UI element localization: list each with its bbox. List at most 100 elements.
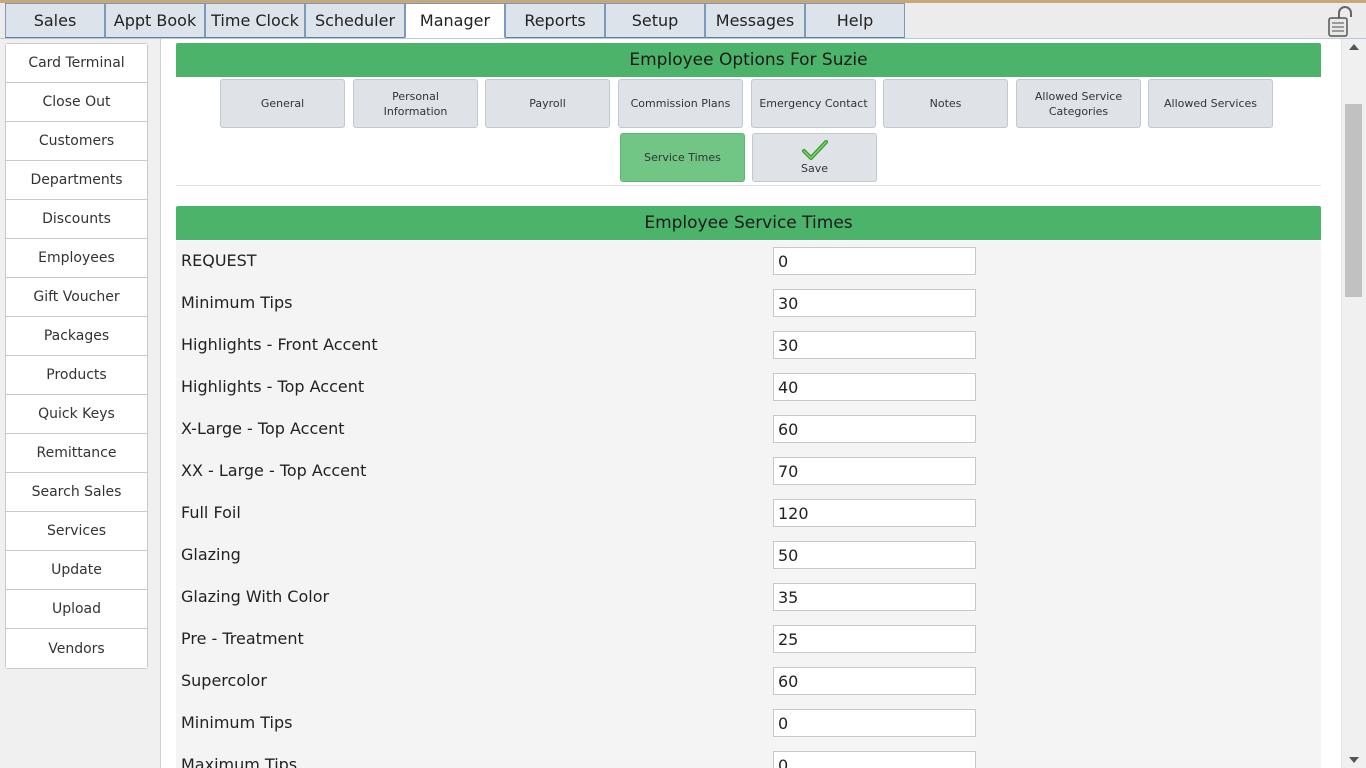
service-time-row: Minimum Tips — [176, 283, 1321, 325]
sidebar-item-departments[interactable]: Departments — [6, 161, 147, 200]
section-divider — [176, 185, 1321, 186]
sidebar-item-label: Employees — [38, 250, 115, 266]
sidebar-item-products[interactable]: Products — [6, 356, 147, 395]
tab-label: Manager — [419, 11, 491, 30]
sidebar-item-label: Remittance — [36, 445, 117, 461]
employee-options-header: Employee Options For Suzie — [176, 43, 1321, 77]
option-label: Personal Information — [383, 89, 448, 118]
tab-label: Setup — [631, 11, 679, 30]
vertical-scrollbar[interactable] — [1341, 39, 1366, 768]
sidebar-item-label: Upload — [51, 601, 102, 617]
sidebar-item-label: Packages — [43, 328, 110, 344]
service-time-input[interactable] — [773, 289, 976, 317]
tab-appt-book[interactable]: Appt Book — [105, 3, 205, 38]
sidebar-item-gift-voucher[interactable]: Gift Voucher — [6, 278, 147, 317]
service-name: Minimum Tips — [181, 713, 293, 732]
sidebar-item-vendors[interactable]: Vendors — [6, 629, 147, 668]
sidebar-item-update[interactable]: Update — [6, 551, 147, 590]
sidebar-item-label: Search Sales — [31, 484, 122, 500]
option-commission-plans-button[interactable]: Commission Plans — [618, 79, 743, 128]
service-time-input[interactable] — [773, 499, 976, 527]
option-label: General — [260, 97, 305, 110]
service-time-row: Glazing — [176, 535, 1321, 577]
sidebar-item-services[interactable]: Services — [6, 512, 147, 551]
option-notes-button[interactable]: Notes — [883, 79, 1008, 128]
service-time-row: REQUEST — [176, 241, 1321, 283]
tab-label: Messages — [715, 11, 795, 30]
option-emergency-contact-button[interactable]: Emergency Contact — [751, 79, 876, 128]
sidebar-item-discounts[interactable]: Discounts — [6, 200, 147, 239]
tab-label: Sales — [33, 11, 77, 30]
sidebar-item-close-out[interactable]: Close Out — [6, 83, 147, 122]
sidebar-item-packages[interactable]: Packages — [6, 317, 147, 356]
option-service-times-button[interactable]: Service Times — [620, 133, 745, 182]
service-name: Highlights - Top Accent — [181, 377, 365, 396]
service-time-input[interactable] — [773, 541, 976, 569]
option-label: Allowed Service Categories — [1034, 89, 1123, 118]
sidebar-item-label: Products — [46, 367, 107, 383]
service-time-input[interactable] — [773, 373, 976, 401]
tab-time-clock[interactable]: Time Clock — [205, 3, 305, 38]
sidebar-item-label: Gift Voucher — [33, 289, 120, 305]
service-time-input[interactable] — [773, 247, 976, 275]
sidebar-item-remittance[interactable]: Remittance — [6, 434, 147, 473]
checkmark-icon — [801, 140, 828, 160]
tab-messages[interactable]: Messages — [705, 3, 805, 38]
save-button[interactable]: Save — [752, 133, 877, 182]
tab-label: Help — [836, 11, 874, 30]
sidebar-item-label: Departments — [30, 172, 123, 188]
service-name: Maximum Tips — [181, 755, 298, 768]
option-label: Service Times — [644, 151, 721, 164]
service-time-input[interactable] — [773, 751, 976, 768]
service-time-row: Full Foil — [176, 493, 1321, 535]
option-allowed-services-button[interactable]: Allowed Services — [1148, 79, 1273, 128]
option-general-button[interactable]: General — [220, 79, 345, 128]
option-payroll-button[interactable]: Payroll — [485, 79, 610, 128]
sidebar-item-upload[interactable]: Upload — [6, 590, 147, 629]
service-time-input[interactable] — [773, 667, 976, 695]
sidebar-item-label: Update — [51, 562, 102, 578]
tab-manager[interactable]: Manager — [405, 3, 505, 38]
tab-setup[interactable]: Setup — [605, 3, 705, 38]
service-time-input[interactable] — [773, 415, 976, 443]
service-name: Supercolor — [181, 671, 267, 690]
employee-options-title: Employee Options For Suzie — [629, 50, 868, 70]
sidebar-item-label: Card Terminal — [28, 55, 125, 71]
lock-icon[interactable] — [1325, 6, 1359, 38]
scroll-up-arrow-icon[interactable] — [1349, 44, 1359, 50]
service-name: Glazing With Color — [181, 587, 330, 606]
scrollbar-thumb[interactable] — [1345, 104, 1362, 297]
service-time-input[interactable] — [773, 331, 976, 359]
service-time-row: Minimum Tips — [176, 703, 1321, 745]
tab-sales[interactable]: Sales — [5, 3, 105, 38]
service-time-input[interactable] — [773, 583, 976, 611]
option-allowed-service-categories-button[interactable]: Allowed Service Categories — [1016, 79, 1141, 128]
sidebar-item-card-terminal[interactable]: Card Terminal — [6, 44, 147, 83]
sidebar-item-search-sales[interactable]: Search Sales — [6, 473, 147, 512]
option-label: Notes — [929, 97, 962, 110]
service-time-input[interactable] — [773, 709, 976, 737]
tab-reports[interactable]: Reports — [505, 3, 605, 38]
sidebar-item-customers[interactable]: Customers — [6, 122, 147, 161]
service-time-row: Highlights - Front Accent — [176, 325, 1321, 367]
service-name: REQUEST — [181, 251, 257, 270]
sidebar-item-quick-keys[interactable]: Quick Keys — [6, 395, 147, 434]
service-time-row: Pre - Treatment — [176, 619, 1321, 661]
service-name: Pre - Treatment — [181, 629, 304, 648]
service-name: Highlights - Front Accent — [181, 335, 378, 354]
tab-help[interactable]: Help — [805, 3, 905, 38]
tab-scheduler[interactable]: Scheduler — [305, 3, 405, 38]
option-personal-information-button[interactable]: Personal Information — [353, 79, 478, 128]
sidebar-item-label: Services — [46, 523, 107, 539]
service-name: Minimum Tips — [181, 293, 293, 312]
service-time-input[interactable] — [773, 457, 976, 485]
service-time-input[interactable] — [773, 625, 976, 653]
option-label: Commission Plans — [630, 97, 731, 110]
service-time-row: Highlights - Top Accent — [176, 367, 1321, 409]
service-time-row: Maximum Tips — [176, 745, 1321, 768]
sidebar-item-employees[interactable]: Employees — [6, 239, 147, 278]
scroll-down-arrow-icon[interactable] — [1349, 757, 1359, 763]
sidebar-menu: Card Terminal Close Out Customers Depart… — [5, 43, 148, 669]
tab-label: Scheduler — [314, 11, 396, 30]
service-times-list: REQUEST Minimum Tips Highlights - Front … — [176, 241, 1321, 768]
